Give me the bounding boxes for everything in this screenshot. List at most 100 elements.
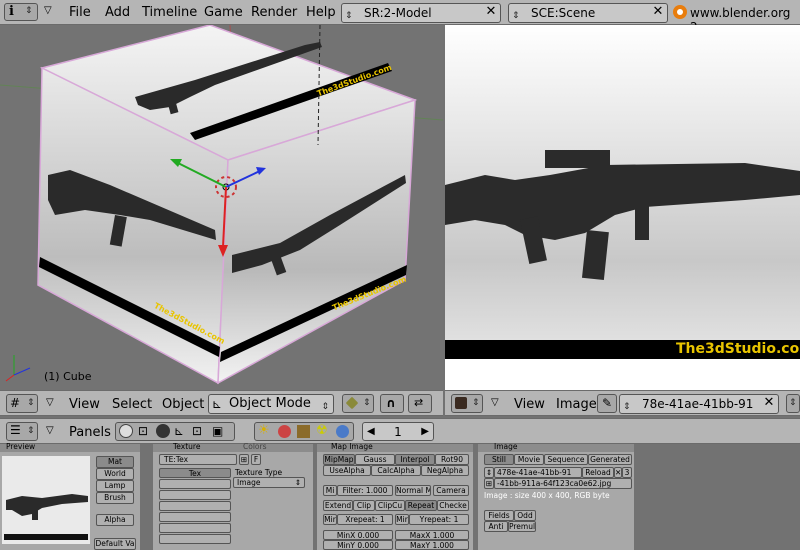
material-icon[interactable]	[278, 425, 291, 438]
image-browse-button[interactable]: ⇕	[484, 467, 494, 478]
draw-type-button[interactable]: ⇕	[342, 394, 374, 413]
image-extra-button[interactable]: ⇕	[786, 394, 800, 413]
generated-tab[interactable]: Generated	[588, 454, 632, 465]
mirror-y-button[interactable]: Mir	[395, 514, 409, 525]
clipcube-button[interactable]: ClipCu	[375, 500, 405, 511]
image-window-type-button[interactable]: ⇕	[451, 394, 483, 413]
collapse-menu-icon[interactable]: ▽	[44, 5, 52, 16]
texture-slot-tex[interactable]: Tex	[159, 468, 231, 478]
paint-tool-button[interactable]: ✎	[597, 394, 617, 413]
scene-selector[interactable]: ⇕ SCE:Scene ✕	[508, 3, 668, 23]
texture-slot-2[interactable]	[159, 479, 231, 489]
filter-field[interactable]: Filter: 1.000	[337, 485, 393, 496]
brush-button[interactable]: Brush	[96, 492, 134, 504]
frame-left-arrow[interactable]: ◀	[367, 423, 375, 441]
frame-number-field[interactable]: ◀ 1 ▶	[362, 422, 434, 441]
menu-timeline[interactable]: Timeline	[142, 5, 197, 20]
radiosity-icon[interactable]: ☢	[316, 423, 328, 438]
image-close-button[interactable]: ✕	[614, 467, 622, 478]
lamp-button[interactable]: Lamp	[96, 480, 134, 492]
mat-button[interactable]: Mat	[96, 456, 134, 468]
mirror-x-button[interactable]: Mir	[323, 514, 337, 525]
extend-button[interactable]: Extend	[323, 500, 353, 511]
mipmap-toggle-button[interactable]: Mi	[323, 485, 337, 496]
image-path-field[interactable]: -41bb-911a-64f123ca0e62.jpg	[494, 478, 632, 489]
rot90-button[interactable]: Rot90	[435, 454, 469, 465]
still-tab[interactable]: Still	[484, 454, 514, 465]
info-window-type-button[interactable]: i ⇕	[4, 3, 38, 21]
texture-slot-7[interactable]	[159, 534, 231, 544]
anti-button[interactable]: Anti	[484, 521, 508, 532]
texture-browse-button[interactable]: ⊞	[239, 454, 249, 465]
world-button[interactable]: World	[96, 468, 134, 480]
texture-fake-user-button[interactable]: F	[251, 454, 261, 465]
object-icon[interactable]: ⊾	[174, 424, 184, 438]
default-vars-button[interactable]: Default Va	[94, 538, 136, 550]
menu-panels[interactable]: Panels	[69, 425, 111, 440]
mipmap-button[interactable]: MipMap	[323, 454, 355, 465]
scene-icon[interactable]: ▣	[212, 424, 223, 438]
texture-name-field[interactable]: TE:Tex	[159, 454, 237, 465]
collapse-menu-icon[interactable]: ▽	[46, 397, 54, 408]
texture-icon[interactable]	[297, 425, 310, 438]
menu-view[interactable]: View	[514, 397, 545, 412]
shading-icon[interactable]	[156, 424, 170, 438]
calcalpha-button[interactable]: CalcAlpha	[371, 465, 421, 476]
world-icon[interactable]	[336, 425, 349, 438]
image-users-field[interactable]: 3	[622, 467, 632, 478]
menu-render[interactable]: Render	[251, 5, 297, 20]
gauss-button[interactable]: Gauss	[355, 454, 395, 465]
maxy-field[interactable]: MaxY 1.000	[395, 540, 469, 550]
image-file-browse-button[interactable]: ⊞	[484, 478, 494, 489]
menu-view[interactable]: View	[69, 397, 100, 412]
texture-type-dropdown[interactable]: Image ⇕	[233, 477, 305, 488]
editing-icon[interactable]: ⊡	[192, 424, 202, 438]
logic-icon[interactable]	[119, 424, 133, 438]
close-icon[interactable]: ✕	[651, 5, 665, 19]
camera-button[interactable]: Camera	[433, 485, 469, 496]
texture-slot-6[interactable]	[159, 523, 231, 533]
texture-slot-4[interactable]	[159, 501, 231, 511]
texture-slot-5[interactable]	[159, 512, 231, 522]
alpha-button[interactable]: Alpha	[96, 514, 134, 526]
menu-object[interactable]: Object	[162, 397, 204, 412]
clip-button[interactable]: Clip	[353, 500, 375, 511]
3d-window-type-button[interactable]: # ⇕	[6, 394, 38, 413]
repeat-button[interactable]: Repeat	[405, 500, 437, 511]
negalpha-button[interactable]: NegAlpha	[421, 465, 469, 476]
menu-help[interactable]: Help	[306, 5, 336, 20]
texture-slot-3[interactable]	[159, 490, 231, 500]
3d-viewport[interactable]: The3dStudio.com The3dStudio.com The3dStu…	[0, 25, 443, 390]
xrepeat-field[interactable]: Xrepeat: 1	[337, 514, 393, 525]
sequence-tab[interactable]: Sequence	[544, 454, 588, 465]
collapse-menu-icon[interactable]: ▽	[491, 397, 499, 408]
close-icon[interactable]: ✕	[762, 396, 776, 410]
menu-file[interactable]: File	[69, 5, 91, 20]
colors-tab[interactable]: Colors	[243, 442, 267, 451]
menu-add[interactable]: Add	[105, 5, 130, 20]
image-selector[interactable]: ⇕ 78e-41ae-41bb-91 ✕	[619, 394, 779, 414]
image-name-field[interactable]: 478e-41ae-41bb-91	[494, 467, 582, 478]
lamp-icon[interactable]: ☀	[258, 423, 270, 438]
fields-button[interactable]: Fields	[484, 510, 514, 521]
screen-selector[interactable]: ⇕ SR:2-Model ✕	[341, 3, 501, 23]
odd-button[interactable]: Odd	[514, 510, 536, 521]
reload-button[interactable]: Reload	[582, 467, 614, 478]
checker-button[interactable]: Checke	[437, 500, 469, 511]
menu-game[interactable]: Game	[204, 5, 243, 20]
premul-button[interactable]: Premul	[508, 521, 536, 532]
buttons-window-type-button[interactable]: ☰ ⇕	[6, 422, 38, 441]
menu-select[interactable]: Select	[112, 397, 152, 412]
collapse-menu-icon[interactable]: ▽	[46, 425, 54, 436]
minx-field[interactable]: MinX 0.000	[323, 530, 393, 540]
menu-image[interactable]: Image	[556, 397, 597, 412]
manipulator-toggle-button[interactable]: ⇄	[408, 394, 432, 413]
yrepeat-field[interactable]: Yrepeat: 1	[409, 514, 469, 525]
miny-field[interactable]: MinY 0.000	[323, 540, 393, 550]
interpol-button[interactable]: Interpol	[395, 454, 435, 465]
image-editor-view[interactable]: The3dStudio.co	[445, 25, 800, 390]
pivot-button[interactable]: ∩	[380, 394, 404, 413]
mode-selector[interactable]: ⊾ Object Mode ⇕	[208, 394, 334, 414]
movie-tab[interactable]: Movie	[514, 454, 544, 465]
usealpha-button[interactable]: UseAlpha	[323, 465, 371, 476]
